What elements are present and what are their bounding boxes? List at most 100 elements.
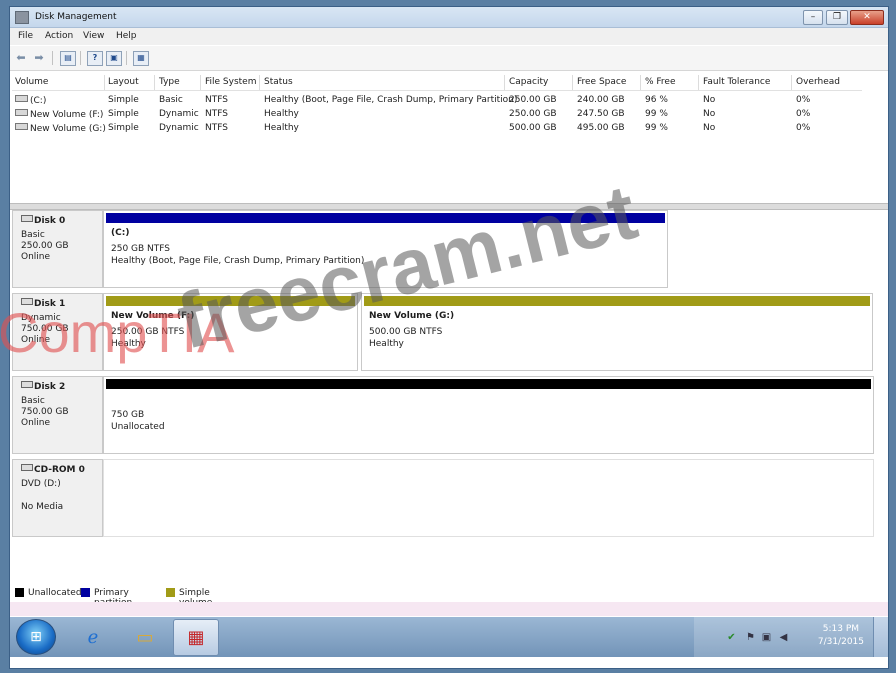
menu-help[interactable]: Help	[116, 31, 137, 41]
clock-date: 7/31/2015	[817, 637, 864, 647]
col-overhead[interactable]: Overhead	[796, 77, 840, 87]
menu-bar: File Action View Help	[10, 28, 888, 45]
windows-start-icon[interactable]: ⊞	[16, 619, 56, 655]
cdrom-media: No Media	[21, 502, 64, 512]
col-fault-tolerance[interactable]: Fault Tolerance	[703, 77, 770, 87]
volume-name: New Volume (F:)	[30, 110, 104, 120]
taskbar: ⊞ ℯ ▭ ▦ ✔ ⚑ ▣ ◀ 5:13 PM 7/31/2015	[10, 617, 888, 657]
disk-2-label[interactable]: Disk 2 Basic 750.00 GB Online	[12, 376, 103, 454]
partition-name: (C:)	[111, 228, 130, 238]
show-desktop-button[interactable]	[873, 617, 888, 657]
col-percent-free[interactable]: % Free	[645, 77, 676, 87]
menu-view[interactable]: View	[83, 31, 104, 41]
clock-time: 5:13 PM	[822, 624, 860, 634]
toolbox-icon[interactable]: ▦	[173, 619, 219, 656]
volume-free-space: 495.00 GB	[577, 123, 625, 133]
volume-percent-free: 99 %	[645, 109, 668, 119]
volume-type: Dynamic	[159, 123, 199, 133]
volume-layout: Simple	[108, 95, 139, 105]
disk-type: Basic	[21, 396, 45, 406]
disk-size: 250.00 GB	[21, 241, 69, 251]
legend-swatch-simple	[166, 588, 175, 597]
col-free-space[interactable]: Free Space	[577, 77, 626, 87]
disk-type: Basic	[21, 230, 45, 240]
column-divider	[572, 75, 573, 90]
volume-row[interactable]: New Volume (F:) Simple Dynamic NTFS Heal…	[12, 108, 862, 122]
volume-overhead: 0%	[796, 123, 811, 133]
help-icon[interactable]: ?	[87, 51, 103, 66]
file-explorer-icon[interactable]: ▭	[122, 619, 168, 656]
column-divider	[259, 75, 260, 90]
volume-fault-tolerance: No	[703, 109, 716, 119]
disk-management-app-icon	[15, 11, 29, 24]
disk-name: Disk 0	[34, 216, 66, 226]
volume-fault-tolerance: No	[703, 123, 716, 133]
volume-name: (C:)	[30, 96, 47, 106]
disk-name: CD-ROM 0	[34, 465, 85, 475]
col-volume[interactable]: Volume	[15, 77, 48, 87]
volume-fault-tolerance: No	[703, 95, 716, 105]
volume-type: Dynamic	[159, 109, 199, 119]
volume-row[interactable]: (C:) Simple Basic NTFS Healthy (Boot, Pa…	[12, 94, 862, 108]
toolbar-separator	[80, 51, 81, 65]
volume-capacity: 250.00 GB	[509, 95, 557, 105]
minimize-button[interactable]: –	[803, 10, 823, 25]
system-tray: ✔ ⚑ ▣ ◀ 5:13 PM 7/31/2015	[694, 617, 888, 657]
forward-arrow-icon[interactable]: ➡	[32, 51, 46, 64]
volume-type: Basic	[159, 95, 183, 105]
partition-size: 500.00 GB NTFS	[369, 327, 443, 337]
legend-swatch-unallocated	[15, 588, 24, 597]
unallocated-status: Unallocated	[111, 422, 165, 432]
disk-name: Disk 2	[34, 382, 66, 392]
flag-icon[interactable]: ⚑	[745, 632, 756, 643]
col-file-system[interactable]: File System	[205, 77, 256, 87]
window-title: Disk Management	[35, 12, 117, 22]
disk-0-label[interactable]: Disk 0 Basic 250.00 GB Online	[12, 210, 103, 288]
cdrom-0-label[interactable]: CD-ROM 0 DVD (D:) No Media	[12, 459, 103, 537]
menu-file[interactable]: File	[18, 31, 33, 41]
drive-icon	[15, 123, 28, 130]
column-divider	[698, 75, 699, 90]
refresh-icon[interactable]: ▦	[133, 51, 149, 66]
col-type[interactable]: Type	[159, 77, 180, 87]
volume-fs: NTFS	[205, 123, 228, 133]
col-layout[interactable]: Layout	[108, 77, 139, 87]
console-tree-icon[interactable]: ▤	[60, 51, 76, 66]
network-icon[interactable]: ▣	[761, 632, 772, 643]
volume-list-header: Volume Layout Type File System Status Ca…	[12, 75, 862, 91]
volume-layout: Simple	[108, 109, 139, 119]
disk-size: 750.00 GB	[21, 407, 69, 417]
legend-label-unallocated: Unallocated	[28, 588, 82, 598]
volume-fs: NTFS	[205, 109, 228, 119]
column-divider	[504, 75, 505, 90]
disk-icon	[21, 381, 33, 388]
column-divider	[791, 75, 792, 90]
volume-capacity: 500.00 GB	[509, 123, 557, 133]
volume-percent-free: 99 %	[645, 123, 668, 133]
volume-icon[interactable]: ◀	[778, 632, 789, 643]
cdrom-area	[103, 459, 874, 537]
internet-explorer-icon[interactable]: ℯ	[70, 619, 116, 656]
toolbar: ⬅ ➡ ▤ ? ▣ ▦	[10, 46, 888, 71]
col-status[interactable]: Status	[264, 77, 293, 87]
action-center-icon[interactable]: ✔	[726, 632, 737, 643]
drive-icon	[15, 95, 28, 102]
volume-free-space: 240.00 GB	[577, 95, 625, 105]
volume-row[interactable]: New Volume (G:) Simple Dynamic NTFS Heal…	[12, 122, 862, 136]
properties-icon[interactable]: ▣	[106, 51, 122, 66]
col-capacity[interactable]: Capacity	[509, 77, 548, 87]
unallocated-space[interactable]: 750 GB Unallocated	[103, 376, 874, 454]
menu-action[interactable]: Action	[45, 31, 73, 41]
partition-status: Healthy	[369, 339, 404, 349]
drive-icon	[15, 109, 28, 116]
clock[interactable]: 5:13 PM 7/31/2015	[818, 623, 864, 649]
title-bar: Disk Management – ❐ ✕	[10, 7, 888, 28]
maximize-button[interactable]: ❐	[826, 10, 848, 25]
status-bar	[10, 602, 888, 616]
volume-capacity: 250.00 GB	[509, 109, 557, 119]
back-arrow-icon[interactable]: ⬅	[14, 51, 28, 64]
volume-status: Healthy (Boot, Page File, Crash Dump, Pr…	[264, 95, 518, 105]
volume-name: New Volume (G:)	[30, 124, 106, 134]
close-button[interactable]: ✕	[850, 10, 884, 25]
volume-free-space: 247.50 GB	[577, 109, 625, 119]
